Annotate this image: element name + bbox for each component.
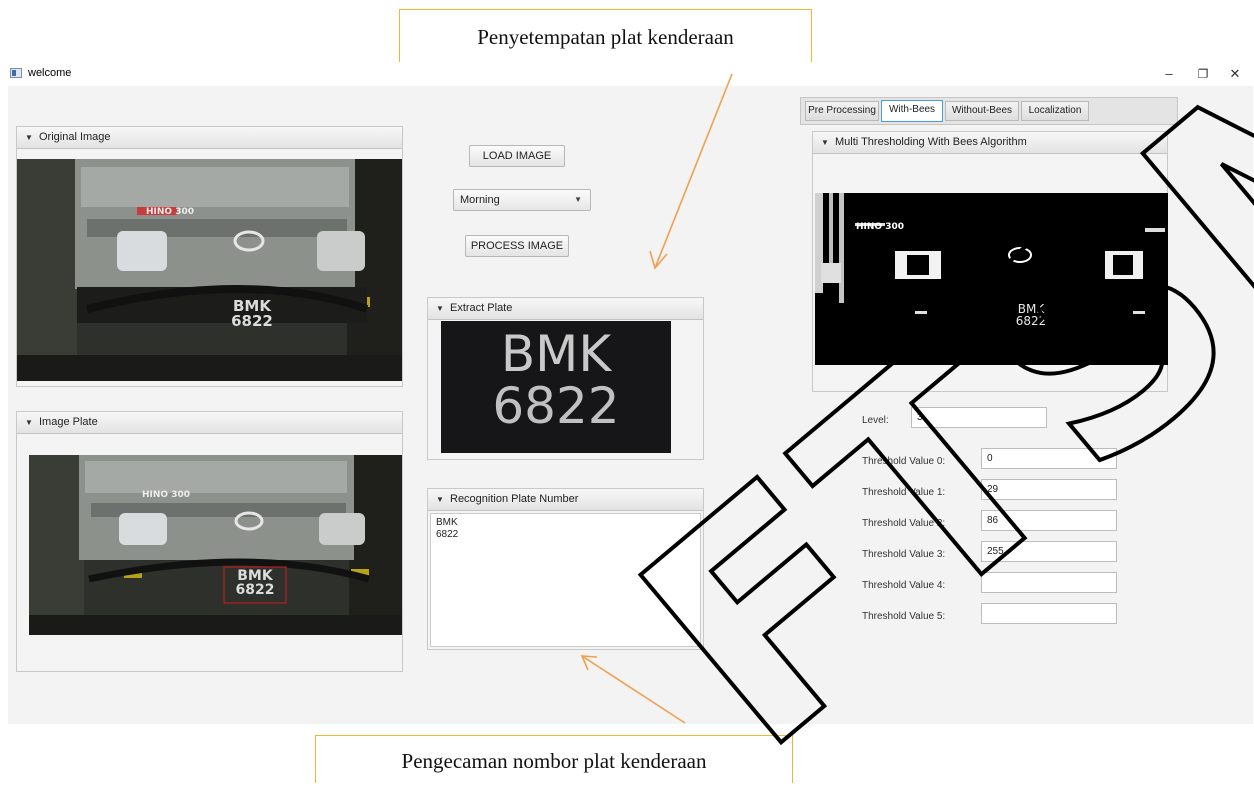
recognition-text-area[interactable]: BMK 6822 — [430, 513, 701, 647]
threshold-3-field[interactable]: 255 — [981, 541, 1117, 562]
image-plate-pane: ▼ Image Plate BMK 6822 HINO 300 — [16, 411, 403, 672]
threshold-pane-header[interactable]: ▼ Multi Thresholding With Bees Algorithm — [813, 132, 1167, 154]
threshold-brand-text: HINO 300 — [856, 222, 904, 232]
collapse-caret-icon: ▼ — [821, 138, 829, 147]
image-plate-line2: 6822 — [235, 582, 275, 598]
threshold-pane: ▼ Multi Thresholding With Bees Algorithm — [812, 131, 1168, 392]
recognition-line2: 6822 — [436, 529, 459, 540]
title-bar: welcome – ❐ ✕ — [0, 62, 1254, 86]
extract-plate-pane-title: Extract Plate — [450, 302, 513, 314]
extracted-plate-line2: 6822 — [492, 377, 620, 435]
recognition-plate-pane-header[interactable]: ▼ Recognition Plate Number — [428, 489, 703, 511]
annotation-bottom-text: Pengecaman nombor plat kenderaan — [401, 749, 707, 773]
threshold-5-label: Threshold Value 5: — [862, 611, 946, 622]
threshold-0-field[interactable]: 0 — [981, 448, 1117, 469]
recognition-line1: BMK — [436, 517, 458, 528]
collapse-caret-icon: ▼ — [436, 495, 444, 504]
annotation-top: Penyetempatan plat kenderaan — [399, 9, 812, 65]
truck-photo — [29, 455, 402, 635]
level-field[interactable]: 3 — [911, 407, 1047, 428]
extract-plate-pane-header[interactable]: ▼ Extract Plate — [428, 298, 703, 320]
truck-photo — [17, 159, 402, 381]
threshold-3-label: Threshold Value 3: — [862, 549, 946, 560]
restore-button[interactable]: ❐ — [1188, 64, 1218, 84]
chevron-down-icon: ▼ — [574, 195, 582, 204]
tab-localization[interactable]: Localization — [1021, 101, 1089, 121]
minimize-button[interactable]: – — [1154, 64, 1184, 84]
tab-with-bees[interactable]: With-Bees — [881, 100, 943, 122]
app-window: welcome – ❐ ✕ ▼ Original Image BMK 6822 … — [0, 62, 1254, 724]
image-plate-line1: BMK — [237, 568, 273, 584]
collapse-caret-icon: ▼ — [25, 133, 33, 142]
threshold-1-field[interactable]: 29 — [981, 479, 1117, 500]
close-button[interactable]: ✕ — [1220, 64, 1250, 84]
threshold-4-label: Threshold Value 4: — [862, 580, 946, 591]
tab-bar: Pre Processing With-Bees Without-Bees Lo… — [800, 97, 1178, 125]
threshold-2-field[interactable]: 86 — [981, 510, 1117, 531]
collapse-caret-icon: ▼ — [436, 304, 444, 313]
extracted-plate-line1: BMK — [500, 325, 612, 383]
time-of-day-value: Morning — [460, 194, 500, 206]
process-image-button[interactable]: PROCESS IMAGE — [465, 235, 569, 257]
original-image-pane: ▼ Original Image BMK 6822 HINO 300 — [16, 126, 403, 387]
tab-without-bees[interactable]: Without-Bees — [945, 101, 1019, 121]
level-label: Level: — [862, 415, 889, 426]
original-plate-line2: 6822 — [231, 312, 273, 330]
original-image-pane-title: Original Image — [39, 131, 111, 143]
load-image-button[interactable]: LOAD IMAGE — [469, 145, 565, 167]
client-area: ▼ Original Image BMK 6822 HINO 300 ▼ Ima… — [8, 86, 1253, 724]
threshold-image: BMK 6822 HINO 300 — [815, 193, 1168, 365]
threshold-1-label: Threshold Value 1: — [862, 487, 946, 498]
extract-plate-pane: ▼ Extract Plate BMK 6822 — [427, 297, 704, 460]
thresholded-truck-photo — [815, 193, 1168, 365]
extracted-plate-image: BMK 6822 — [441, 321, 671, 453]
recognition-plate-pane-title: Recognition Plate Number — [450, 493, 579, 505]
image-plate-pane-title: Image Plate — [39, 416, 98, 428]
threshold-0-label: Threshold Value 0: — [862, 456, 946, 467]
original-image-pane-header[interactable]: ▼ Original Image — [17, 127, 402, 149]
original-brand-text: HINO 300 — [146, 207, 194, 217]
threshold-4-field[interactable] — [981, 572, 1117, 593]
threshold-plate-line2: 6822 — [1015, 314, 1047, 328]
annotation-top-text: Penyetempatan plat kenderaan — [477, 25, 734, 49]
threshold-2-label: Threshold Value 2: — [862, 518, 946, 529]
image-plate-pane-header[interactable]: ▼ Image Plate — [17, 412, 402, 434]
app-icon — [10, 68, 22, 78]
collapse-caret-icon: ▼ — [25, 418, 33, 427]
window-title: welcome — [28, 67, 72, 79]
threshold-5-field[interactable] — [981, 603, 1117, 624]
original-image: BMK 6822 HINO 300 — [17, 159, 402, 381]
recognition-plate-pane: ▼ Recognition Plate Number BMK 6822 — [427, 488, 704, 650]
time-of-day-select[interactable]: Morning ▼ — [453, 189, 591, 211]
tab-pre-processing[interactable]: Pre Processing — [805, 101, 879, 121]
image-plate: BMK 6822 HINO 300 — [29, 455, 402, 635]
threshold-pane-title: Multi Thresholding With Bees Algorithm — [835, 136, 1027, 148]
image-plate-brand-text: HINO 300 — [142, 490, 190, 500]
annotation-bottom: Pengecaman nombor plat kenderaan — [315, 735, 793, 783]
